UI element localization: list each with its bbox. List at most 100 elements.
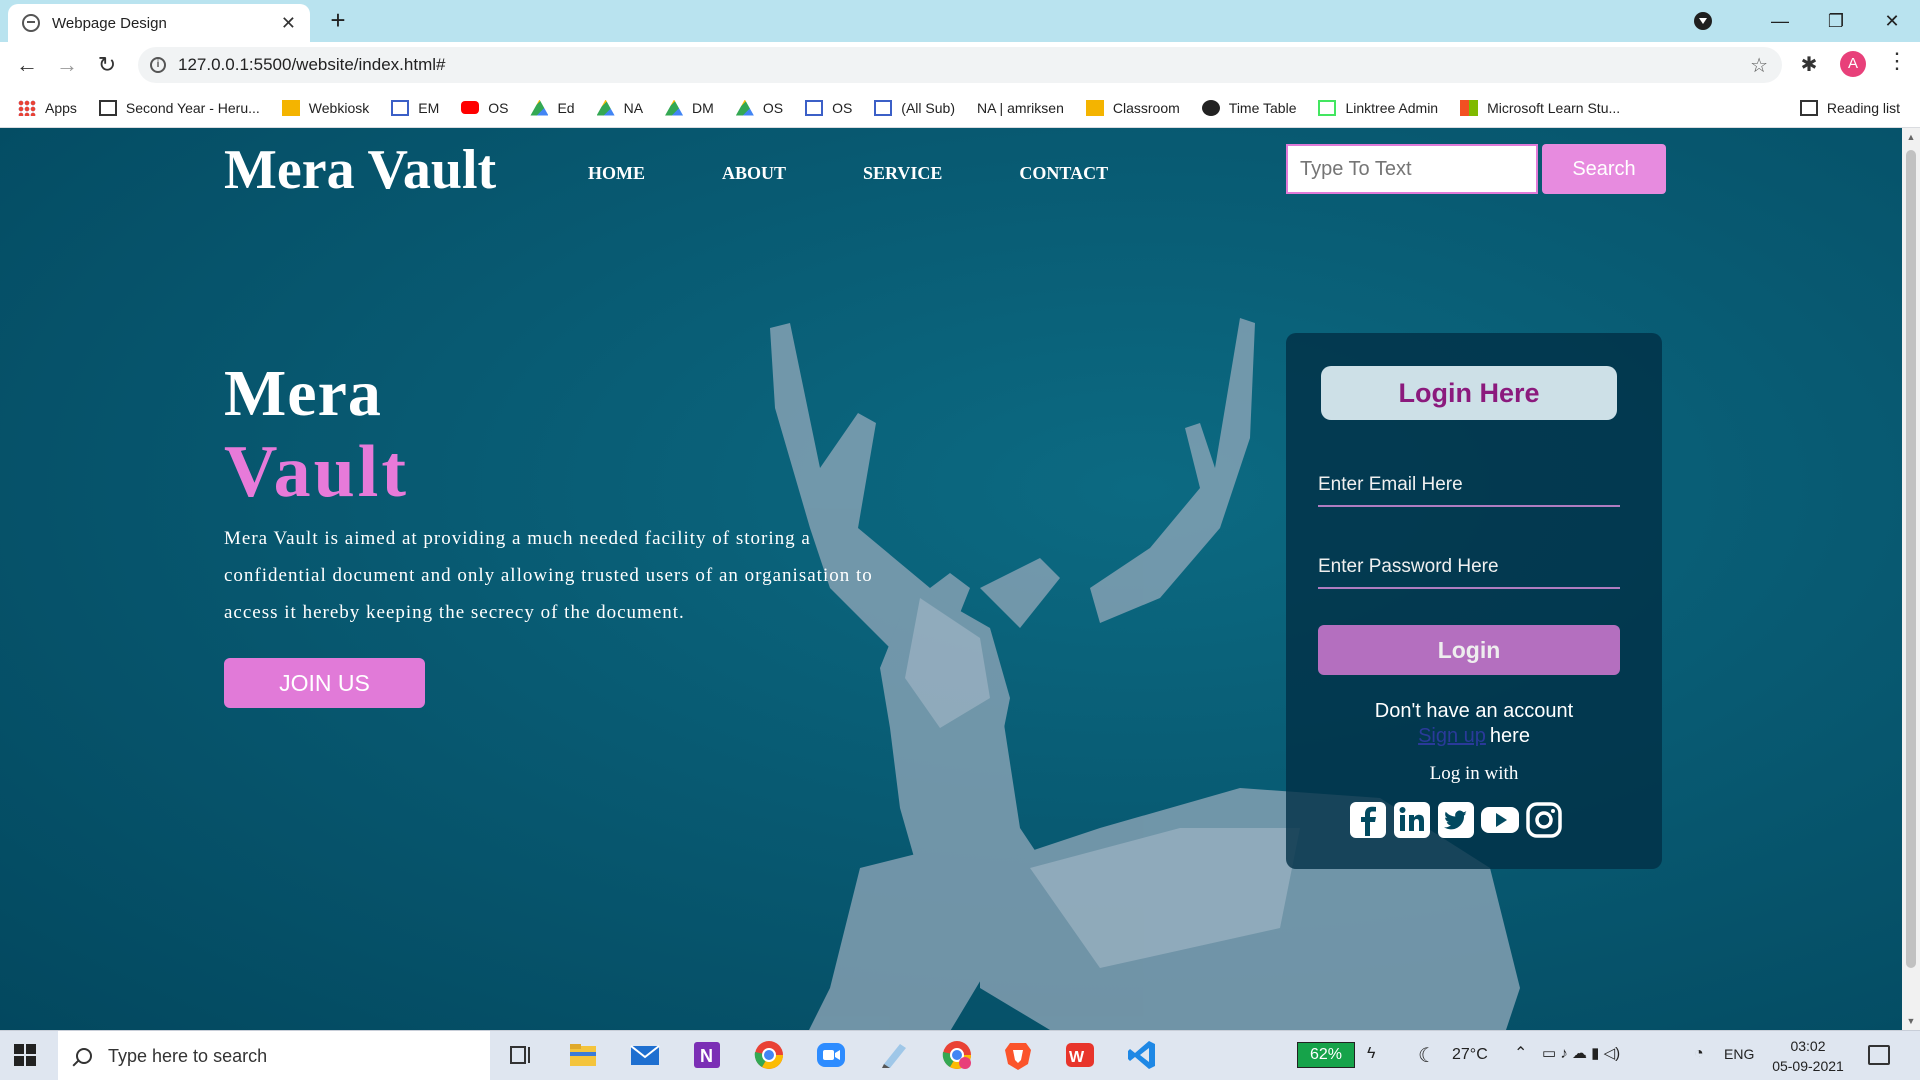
search-button[interactable]: Search (1542, 144, 1666, 194)
brave-icon[interactable] (1001, 1038, 1035, 1072)
classroom-icon (1085, 99, 1104, 116)
page-scrollbar[interactable]: ▲ ▼ (1902, 128, 1920, 1030)
bookmark-label: Classroom (1112, 99, 1180, 116)
close-tab-icon[interactable]: ✕ (281, 13, 296, 34)
onenote-icon[interactable]: N (690, 1038, 724, 1072)
file-explorer-icon[interactable] (566, 1038, 600, 1072)
bookmark-label: Webkiosk (308, 99, 370, 116)
signup-link[interactable]: Sign up (1418, 725, 1486, 747)
bookmark-item[interactable]: (All Sub) (874, 99, 955, 116)
bookmark-label: OS (832, 99, 853, 116)
windows-start-icon[interactable] (14, 1044, 36, 1066)
wps-office-icon[interactable]: W (1063, 1038, 1097, 1072)
bookmark-item[interactable]: NA | amriksen (977, 100, 1064, 116)
join-us-button[interactable]: JOIN US (224, 658, 425, 708)
temperature-text: 27°C (1452, 1046, 1488, 1063)
nav-service[interactable]: SERVICE (863, 163, 942, 184)
new-tab-button[interactable]: + (324, 6, 352, 34)
address-bar[interactable]: i 127.0.0.1:5500/website/index.html# ☆ (138, 47, 1782, 83)
site-logo[interactable]: Mera Vault (224, 138, 496, 202)
bookmark-item[interactable]: Microsoft Learn Stu... (1460, 99, 1620, 116)
system-tray-icons[interactable]: ▭ ♪ ☁ ▮ ◁) (1542, 1044, 1620, 1062)
minimize-button[interactable]: — (1752, 11, 1808, 32)
bookmark-item[interactable]: DM (665, 99, 714, 116)
bookmark-label: NA | amriksen (976, 99, 1064, 116)
browser-menu-icon[interactable]: ⋮ (1886, 48, 1908, 74)
site-info-icon[interactable]: i (150, 57, 166, 73)
browser-tab[interactable]: Webpage Design ✕ (8, 4, 310, 42)
bookmark-item[interactable]: OS (735, 99, 784, 116)
url-text: 127.0.0.1:5500/website/index.html# (178, 55, 446, 74)
reload-icon[interactable]: ↻ (92, 50, 122, 80)
windows-taskbar: Type here to search N W 62% ϟ ☾ 27°C ⌃ ▭… (0, 1030, 1920, 1080)
notepad-icon[interactable] (876, 1038, 910, 1072)
twitter-icon[interactable] (1436, 800, 1476, 840)
youtube-icon[interactable] (1480, 800, 1520, 840)
nav-home[interactable]: HOME (588, 163, 645, 184)
bookmark-item[interactable]: OS (805, 99, 853, 116)
scrollbar-thumb[interactable] (1906, 150, 1916, 968)
linkedin-icon[interactable] (1392, 800, 1432, 840)
instagram-icon[interactable] (1524, 800, 1564, 840)
bookmark-item[interactable]: NA (596, 99, 643, 116)
nav-about[interactable]: ABOUT (722, 163, 786, 184)
battery-percent-badge[interactable]: 62% (1297, 1042, 1355, 1068)
mail-icon[interactable] (628, 1038, 662, 1072)
tab-title: Webpage Design (52, 14, 167, 32)
search-input[interactable] (1286, 144, 1538, 194)
wifi-icon[interactable]: ◔ (1694, 1045, 1704, 1063)
reading-list-button[interactable]: Reading list (1799, 99, 1900, 116)
bookmark-item[interactable]: EM (391, 99, 440, 116)
bookmark-item[interactable]: Linktree Admin (1318, 99, 1438, 116)
reading-list-icon (1799, 99, 1818, 116)
drive-icon (530, 99, 549, 116)
vscode-icon[interactable] (1125, 1038, 1159, 1072)
facebook-icon[interactable] (1348, 800, 1388, 840)
email-field[interactable] (1318, 465, 1620, 507)
taskbar-search-box[interactable]: Type here to search (58, 1031, 490, 1080)
bookmark-item[interactable]: Second Year - Heru... (98, 99, 260, 116)
chrome-profile-icon[interactable] (940, 1038, 974, 1072)
svg-text:W: W (1069, 1049, 1085, 1066)
extensions-puzzle-icon[interactable]: ✱ (1798, 52, 1820, 76)
language-indicator[interactable]: ENG (1724, 1046, 1754, 1062)
scroll-up-icon[interactable]: ▲ (1906, 132, 1916, 142)
signup-prompt: Don't have an account Sign up here (1286, 699, 1662, 749)
hero-description: Mera Vault is aimed at providing a much … (224, 528, 873, 623)
tab-search-icon[interactable] (1694, 12, 1712, 30)
bookmark-item[interactable]: Apps (18, 99, 77, 116)
bookmark-label: Time Table (1228, 99, 1297, 116)
login-button[interactable]: Login (1318, 625, 1620, 675)
weather-moon-icon[interactable]: ☾ (1418, 1043, 1436, 1068)
web-page: Mera Vault HOME ABOUT SERVICE CONTACT Se… (0, 128, 1902, 1030)
scroll-down-icon[interactable]: ▼ (1906, 1016, 1916, 1026)
back-arrow-icon[interactable]: ← (12, 50, 42, 80)
bookmark-item[interactable]: Time Table (1201, 99, 1297, 116)
forward-arrow-icon[interactable]: → (52, 50, 82, 80)
bookmark-star-icon[interactable]: ☆ (1750, 53, 1768, 78)
password-field[interactable] (1318, 547, 1620, 589)
close-window-button[interactable]: ✕ (1864, 11, 1920, 32)
bookmark-label: EM (418, 99, 440, 116)
bookmark-item[interactable]: Classroom (1085, 99, 1180, 116)
search-icon (76, 1048, 92, 1064)
microsoft-icon (1460, 99, 1479, 116)
youtube-icon (461, 101, 480, 114)
bookmark-item[interactable]: OS (461, 100, 508, 116)
calendar-icon (805, 99, 824, 116)
task-view-icon[interactable] (503, 1038, 537, 1072)
clock[interactable]: 03:02 05-09-2021 (1768, 1036, 1848, 1076)
show-hidden-icons-chevron-icon[interactable]: ⌃ (1514, 1043, 1527, 1063)
bookmark-item[interactable]: Ed (530, 99, 575, 116)
globe-icon (22, 14, 40, 32)
restore-button[interactable]: ❐ (1808, 11, 1864, 32)
bookmark-label: OS (762, 99, 784, 116)
notifications-icon[interactable] (1868, 1045, 1890, 1065)
reading-list-label: Reading list (1826, 99, 1900, 116)
chrome-icon[interactable] (752, 1038, 786, 1072)
bookmark-item[interactable]: Webkiosk (281, 99, 370, 116)
profile-avatar[interactable]: A (1840, 51, 1866, 77)
zoom-icon[interactable] (814, 1038, 848, 1072)
power-plug-icon: ϟ (1367, 1045, 1376, 1062)
nav-contact[interactable]: CONTACT (1019, 163, 1108, 184)
